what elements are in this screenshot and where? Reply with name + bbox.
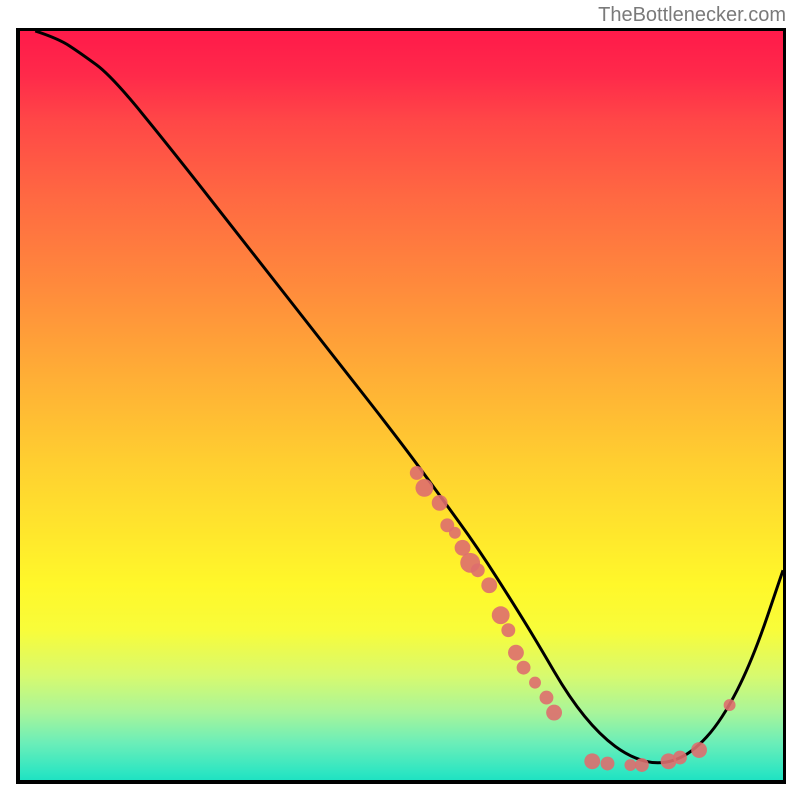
data-point	[481, 577, 497, 593]
data-point	[601, 757, 615, 771]
data-point	[517, 661, 531, 675]
plot-area	[16, 28, 786, 784]
bottleneck-curve	[35, 31, 783, 763]
data-point	[529, 677, 541, 689]
data-point	[415, 479, 433, 497]
data-point	[471, 563, 485, 577]
watermark-text: TheBottlenecker.com	[598, 4, 786, 27]
data-point	[432, 495, 448, 511]
data-point	[635, 758, 649, 772]
data-point	[449, 527, 461, 539]
data-point	[691, 742, 707, 758]
data-point	[624, 759, 636, 771]
data-point	[508, 645, 524, 661]
chart-svg	[20, 31, 783, 780]
data-point	[546, 705, 562, 721]
data-point	[673, 751, 687, 765]
curve-layer	[35, 31, 783, 763]
data-point	[501, 623, 515, 637]
data-point	[584, 753, 600, 769]
data-point	[410, 466, 424, 480]
data-point	[492, 606, 510, 624]
data-point	[724, 699, 736, 711]
scatter-layer	[410, 466, 736, 772]
data-point	[540, 691, 554, 705]
